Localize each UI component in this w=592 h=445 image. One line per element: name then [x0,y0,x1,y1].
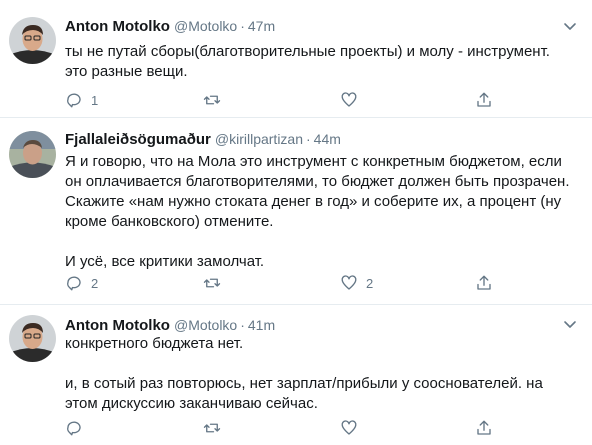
tweet-text: конкретного бюджета нет. и, в сотый раз … [65,334,575,414]
reply-count: 1 [91,92,99,108]
share-button[interactable] [475,90,493,110]
tweet-header: Anton Motolko @Motolko · 47m [65,16,275,36]
like-button[interactable] [340,418,366,438]
retweet-button[interactable] [203,273,229,293]
display-name[interactable]: Anton Motolko [65,317,170,334]
like-count: 2 [366,275,374,291]
retweet-icon [203,95,221,105]
reply-button[interactable]: 1 [65,90,98,110]
timestamp[interactable]: 44m [314,131,341,147]
reply-button[interactable] [65,418,91,438]
display-name[interactable]: Anton Motolko [65,18,170,35]
retweet-button[interactable] [203,90,229,110]
tweet-paragraph: и, в сотый раз повторюсь, нет зарплат/пр… [65,375,543,412]
tweet[interactable]: Fjallaleiðsögumaður @kirillpartizan · 44m Я… [0,118,592,305]
share-icon [477,275,491,290]
tweet-header: Anton Motolko @Motolko · 41m [65,315,275,335]
separator-dot: · [240,317,245,333]
like-icon [341,275,357,290]
like-button[interactable]: 2 [340,273,373,293]
reply-count: 2 [91,275,99,291]
retweet-button[interactable] [203,418,229,438]
like-icon [341,92,357,107]
user-handle[interactable]: @Motolko [174,18,237,34]
share-button[interactable] [475,273,493,293]
like-icon [341,420,357,435]
tweet-actions: 2 2 [65,273,505,293]
avatar[interactable] [9,17,56,64]
separator-dot: · [240,18,245,34]
tweet[interactable]: Anton Motolko @Motolko · 41m конкретного бю… [0,305,592,445]
tweet-header: Fjallaleiðsögumaður @kirillpartizan · 44m [65,129,341,149]
reply-icon [67,421,81,436]
avatar[interactable] [9,315,56,362]
tweet-paragraph: конкретного бюджета нет. [65,335,244,352]
separator-dot: · [306,131,311,147]
tweet[interactable]: Anton Motolko @Motolko · 47m ты не путай сб… [0,0,592,118]
retweet-icon [203,278,221,288]
user-handle[interactable]: @kirillpartizan [215,131,303,147]
timestamp[interactable]: 47m [248,18,275,34]
user-handle[interactable]: @Motolko [174,317,237,333]
display-name[interactable]: Fjallaleiðsögumaður [65,131,211,148]
retweet-icon [203,423,221,433]
tweet-paragraph: Я и говорю, что на Мола это инструмент с… [65,153,570,230]
reply-button[interactable]: 2 [65,273,98,293]
chevron-down-icon[interactable] [562,316,578,332]
avatar[interactable] [9,131,56,178]
timestamp[interactable]: 41m [248,317,275,333]
like-button[interactable] [340,90,366,110]
tweet-actions: 1 [65,90,505,110]
reply-icon [67,93,81,108]
tweet-paragraph: И усё, все критики замолчат. [65,253,265,270]
tweet-text: Я и говорю, что на Мола это инструмент с… [65,152,575,272]
share-button[interactable] [475,418,493,438]
share-icon [477,92,491,107]
tweet-actions [65,418,505,438]
tweet-paragraph: ты не путай сборы(благотворительные прое… [65,43,550,80]
chevron-down-icon[interactable] [562,18,578,34]
reply-icon [67,276,81,291]
tweet-text: ты не путай сборы(благотворительные прое… [65,42,575,82]
share-icon [477,420,491,435]
